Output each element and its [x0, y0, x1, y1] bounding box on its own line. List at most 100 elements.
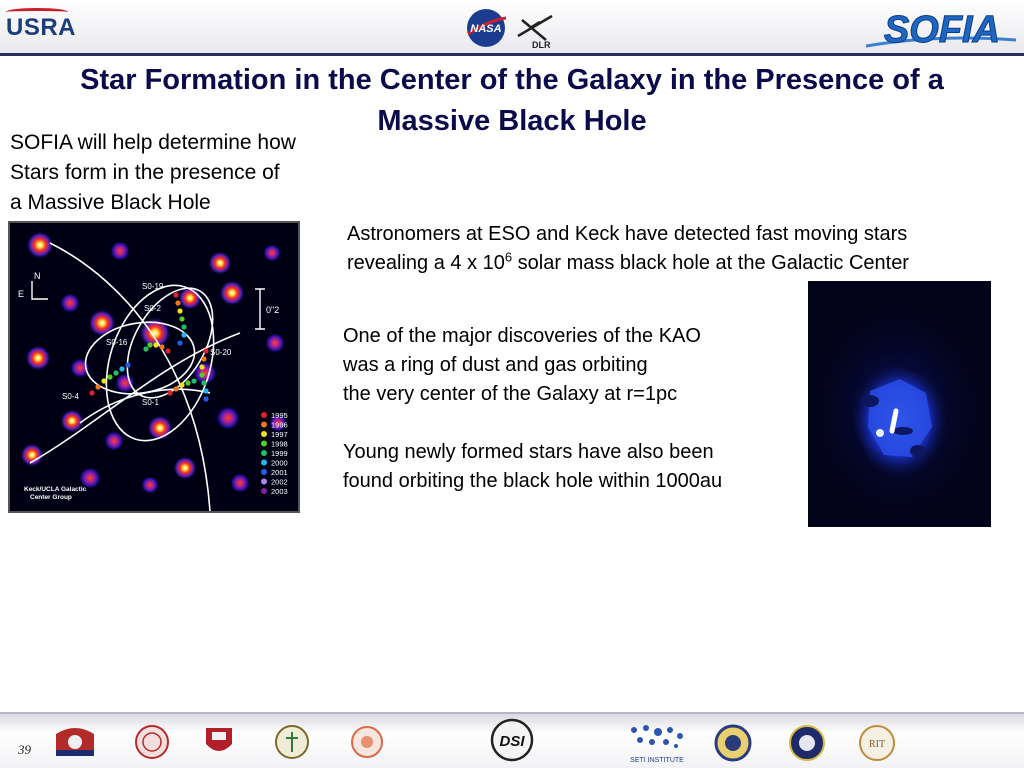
compass-e-label: E: [18, 289, 24, 299]
legend-year-label: 1997: [271, 430, 288, 439]
nasa-logo: NASA: [467, 9, 507, 47]
star-label-s0-20: S0-20: [210, 348, 232, 357]
legend-swatch: [261, 440, 267, 447]
star-blob: [88, 309, 116, 337]
legend-year-label: 1998: [271, 440, 288, 449]
orbit-position-dot: [179, 316, 185, 322]
orbit-position-dot: [203, 388, 209, 394]
university-crest-icon: [714, 724, 752, 762]
compass-n-label: N: [34, 271, 41, 281]
orbit-position-dot: [159, 344, 165, 350]
sofia-logo: SOFIA: [866, 9, 1017, 50]
orbit-position-dot: [125, 362, 131, 368]
orbit-position-dot: [181, 332, 187, 338]
star-blob: [173, 456, 197, 480]
legend-year-label: 1999: [271, 449, 288, 458]
orbit-position-dot: [143, 346, 149, 352]
orbit-position-dot: [119, 366, 125, 372]
university-emblem-icon: [789, 725, 825, 761]
orbit-position-dot: [153, 342, 159, 348]
intro-text: SOFIA will help determine how Stars form…: [10, 131, 296, 214]
legend-year-label: 1995: [271, 411, 288, 420]
orbit-position-dot: [203, 348, 209, 354]
legend-swatch: [261, 412, 267, 418]
star-blob: [115, 373, 135, 393]
orbit-position-dot: [177, 308, 183, 314]
legend-swatch: [261, 450, 267, 456]
orbit-position-dot: [177, 340, 183, 346]
legend-year-label: 2001: [271, 468, 288, 477]
legend-swatch: [261, 478, 267, 485]
star-blob: [208, 251, 232, 275]
star-blob: [110, 241, 130, 261]
orbit-position-dot: [199, 372, 205, 378]
orbit-position-dot: [89, 390, 95, 396]
star-blob: [20, 443, 44, 467]
year-legend: 199519961997199819992000200120022003: [261, 411, 288, 496]
orbit-position-dot: [175, 300, 181, 306]
star-blob: [70, 358, 90, 378]
usra-logo: USRA: [6, 8, 77, 42]
orbit-position-dot: [173, 292, 179, 298]
legend-swatch: [261, 431, 267, 437]
eso-text-after: solar mass black hole at the Galactic Ce…: [512, 252, 909, 274]
college-seal-icon: [351, 726, 383, 758]
orbit-position-dot: [203, 396, 209, 402]
orbit-position-dot: [201, 380, 207, 386]
galactic-center-orbits-image: N E 0"2 S0-19 S0-2 S0-16 S0-20 S0-4 S0-1…: [8, 221, 300, 513]
orbit-position-dot: [107, 374, 113, 380]
star-blob: [216, 406, 240, 430]
legend-swatch: [261, 488, 267, 494]
legend-year-label: 2002: [271, 478, 288, 487]
legend-year-label: 1996: [271, 421, 288, 430]
usra-logo-text: USRA: [6, 14, 77, 41]
star-label-s0-19: S0-19: [142, 282, 164, 291]
legend-year-label: 2000: [271, 459, 288, 468]
star-blob: [265, 333, 285, 353]
dlr-logo: DLR: [517, 14, 553, 50]
seti-institute-logo: SETI INSTITUTE: [630, 725, 684, 764]
orbit-position-dot: [185, 380, 191, 386]
lowell-logo: [56, 728, 94, 756]
orbit-position-dot: [147, 342, 153, 348]
orbit-position-dot: [173, 386, 179, 392]
star-label-s0-4: S0-4: [62, 392, 79, 401]
orbit-position-dot: [201, 356, 207, 362]
legend-swatch: [261, 421, 267, 428]
university-seal-icon: [275, 725, 309, 759]
orbit-position-dot: [113, 370, 119, 376]
star-label-s0-2: S0-2: [144, 304, 161, 313]
orbit-position-dot: [199, 364, 205, 370]
university-shield-icon: [206, 728, 232, 751]
nasa-logo-text: NASA: [470, 23, 501, 35]
dsi-logo: DSI: [490, 718, 534, 762]
kao-paragraph: One of the major discoveries of the KAO …: [343, 325, 701, 405]
orbit-position-dot: [191, 378, 197, 384]
orbit-position-dot: [167, 390, 173, 396]
header-band: USRA NASA DLR SOFIA: [0, 0, 1024, 56]
legend-year-label: 2003: [271, 487, 288, 496]
star-blob: [230, 473, 250, 493]
usra-swoosh-icon: [6, 8, 68, 16]
dsi-logo-text: DSI: [499, 733, 525, 750]
star-blob: [263, 244, 281, 262]
scale-label: 0"2: [266, 305, 279, 315]
star-blob: [60, 293, 80, 313]
star-blob: [25, 345, 51, 371]
footer-band: 39 DSI SETI INSTITUTE RIT: [0, 712, 1024, 768]
star-blob: [26, 231, 54, 259]
orbit-position-dot: [95, 384, 101, 390]
eso-keck-paragraph: Astronomers at ESO and Keck have detecte…: [347, 220, 987, 278]
star-blob: [141, 476, 159, 494]
dlr-logo-text: DLR: [532, 40, 551, 50]
orbit-position-dot: [181, 324, 187, 330]
cornell-seal-icon: [135, 725, 169, 759]
sofia-logo-text: SOFIA: [884, 9, 1000, 50]
star-label-s0-16: S0-16: [106, 338, 128, 347]
star-label-s0-1: S0-1: [142, 398, 159, 407]
page-number: 39: [18, 742, 31, 757]
orbit-position-dot: [179, 382, 185, 388]
orbit-position-dot: [165, 348, 171, 354]
legend-swatch: [261, 459, 267, 466]
star-blob: [104, 431, 124, 451]
